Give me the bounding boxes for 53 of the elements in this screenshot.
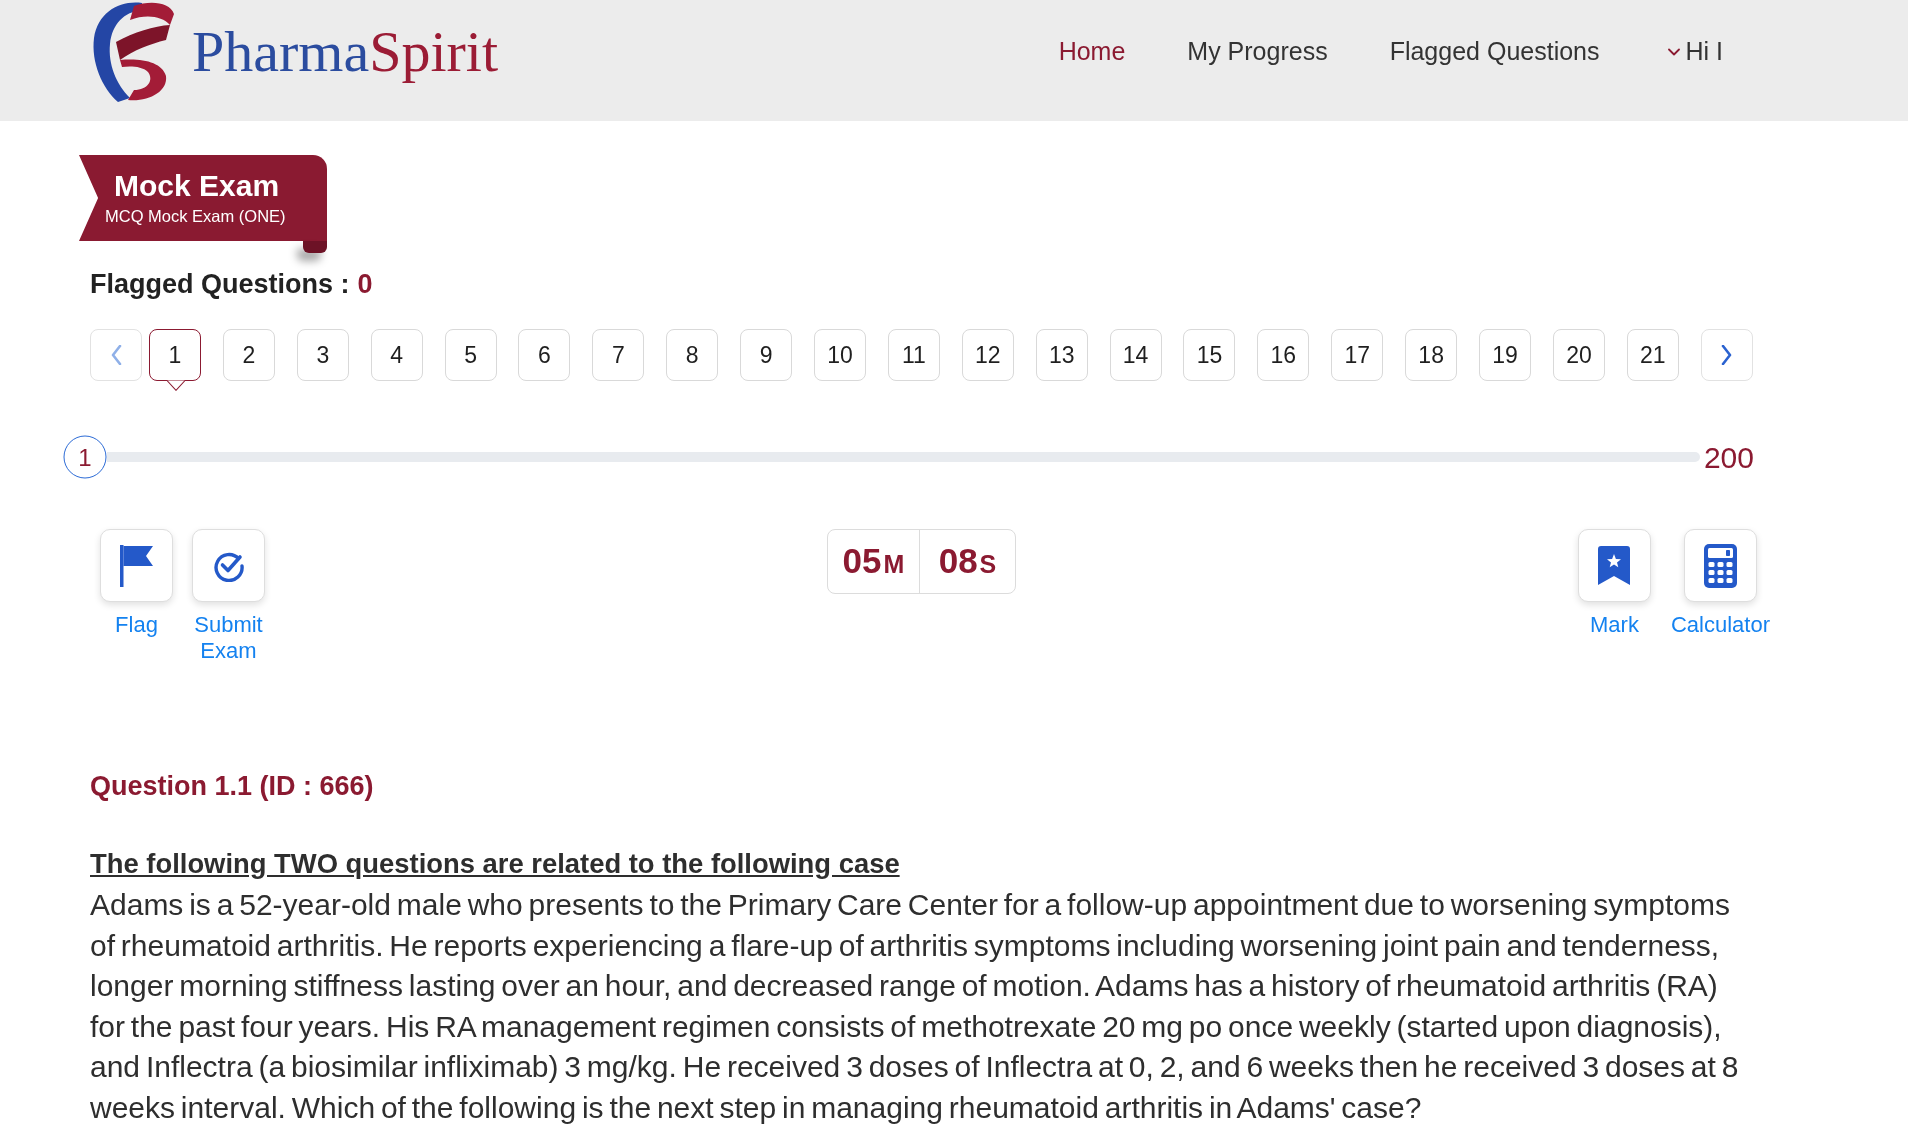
pointer-caret-icon bbox=[167, 380, 185, 391]
next-page-button[interactable] bbox=[1700, 329, 1753, 381]
flag-button[interactable] bbox=[100, 529, 173, 602]
page-button[interactable]: 21 bbox=[1626, 329, 1679, 381]
flagged-count: 0 bbox=[357, 267, 373, 301]
calculator-button[interactable] bbox=[1684, 529, 1757, 602]
page-button[interactable]: 16 bbox=[1257, 329, 1310, 381]
question-title: Question 1.1 (ID : 666) bbox=[90, 770, 374, 803]
page-button[interactable]: 2 bbox=[222, 329, 275, 381]
page-button[interactable]: 15 bbox=[1183, 329, 1236, 381]
page-button[interactable]: 3 bbox=[296, 329, 349, 381]
nav-link[interactable]: My Progress bbox=[1187, 33, 1328, 71]
page-button[interactable]: 17 bbox=[1331, 329, 1384, 381]
page-button[interactable]: 4 bbox=[370, 329, 423, 381]
page-button[interactable]: 8 bbox=[666, 329, 719, 381]
flag-icon bbox=[119, 544, 154, 587]
mark-button[interactable] bbox=[1577, 529, 1651, 602]
page-button[interactable]: 20 bbox=[1552, 329, 1605, 381]
user-menu-button[interactable]: Hi I bbox=[1667, 33, 1723, 71]
flagged-label: Flagged Questions : bbox=[90, 267, 350, 301]
page-button[interactable]: 9 bbox=[740, 329, 793, 381]
chevron-left-icon bbox=[110, 345, 122, 365]
page-button[interactable]: 10 bbox=[814, 329, 866, 381]
ribbon-fold bbox=[303, 241, 327, 253]
chevron-right-icon bbox=[1721, 345, 1733, 365]
nav-link[interactable]: Home bbox=[1058, 33, 1126, 71]
page-button[interactable]: 13 bbox=[1035, 329, 1088, 381]
page-button[interactable]: 14 bbox=[1109, 329, 1162, 381]
page-button[interactable]: 12 bbox=[961, 329, 1014, 381]
timer-seconds: 08S bbox=[938, 540, 997, 583]
chevron-down-icon bbox=[1667, 47, 1680, 56]
submit-exam-button[interactable] bbox=[192, 529, 265, 602]
case-heading: The following TWO questions are related to the following case bbox=[90, 847, 900, 881]
page-button[interactable]: 5 bbox=[444, 329, 497, 381]
bookmark-star-icon bbox=[1598, 546, 1631, 585]
page-button[interactable]: 7 bbox=[592, 329, 645, 381]
progress-thumb[interactable]: 1 bbox=[63, 435, 107, 479]
page-button[interactable]: 19 bbox=[1479, 329, 1532, 381]
tool-label: Calculator bbox=[1670, 612, 1770, 638]
page-button[interactable]: 18 bbox=[1405, 329, 1458, 381]
nav-link[interactable]: Flagged Questions bbox=[1389, 33, 1600, 71]
tool-label: Mark bbox=[1590, 612, 1639, 638]
page-button[interactable]: 6 bbox=[518, 329, 571, 381]
banner-subtitle: MCQ Mock Exam (ONE) bbox=[105, 206, 286, 227]
calculator-icon bbox=[1704, 543, 1737, 588]
timer-minutes: 05M bbox=[842, 540, 905, 583]
tool-label: Submit Exam bbox=[194, 612, 263, 664]
page-button[interactable]: 11 bbox=[887, 329, 940, 381]
question-text: Adams is a 52-year-old male who presents to the Primary Care Center for a follow-up appointment due to worsening symptoms of rheumatoid arthritis. He reports experiencing a flare-up of arthritis symptoms including worsening joint pain and tenderness, longer morning stiffness lasting over an hour, and decreased range of motion. Adams has a history of rheumatoid arthritis (RA) for the past four years. His RA management regimen consists of methotrexate 20 mg po once weekly (started upon diagnosis), and Inflectra (a biosimilar infliximab) 3 mg/kg. He received 3 doses of Inflectra at 0, 2, and 6 weeks then he received 3 doses at 8 weeks interval. Which of the following is the next step in managing rheumatoid arthritis in Adams' case? bbox=[90, 887, 1740, 1126]
tool-label: Flag bbox=[115, 612, 158, 638]
question-total: 200 bbox=[1703, 439, 1754, 476]
logo-text: PharmaSpirit bbox=[192, 20, 499, 84]
banner-title: Mock Exam bbox=[114, 169, 280, 203]
